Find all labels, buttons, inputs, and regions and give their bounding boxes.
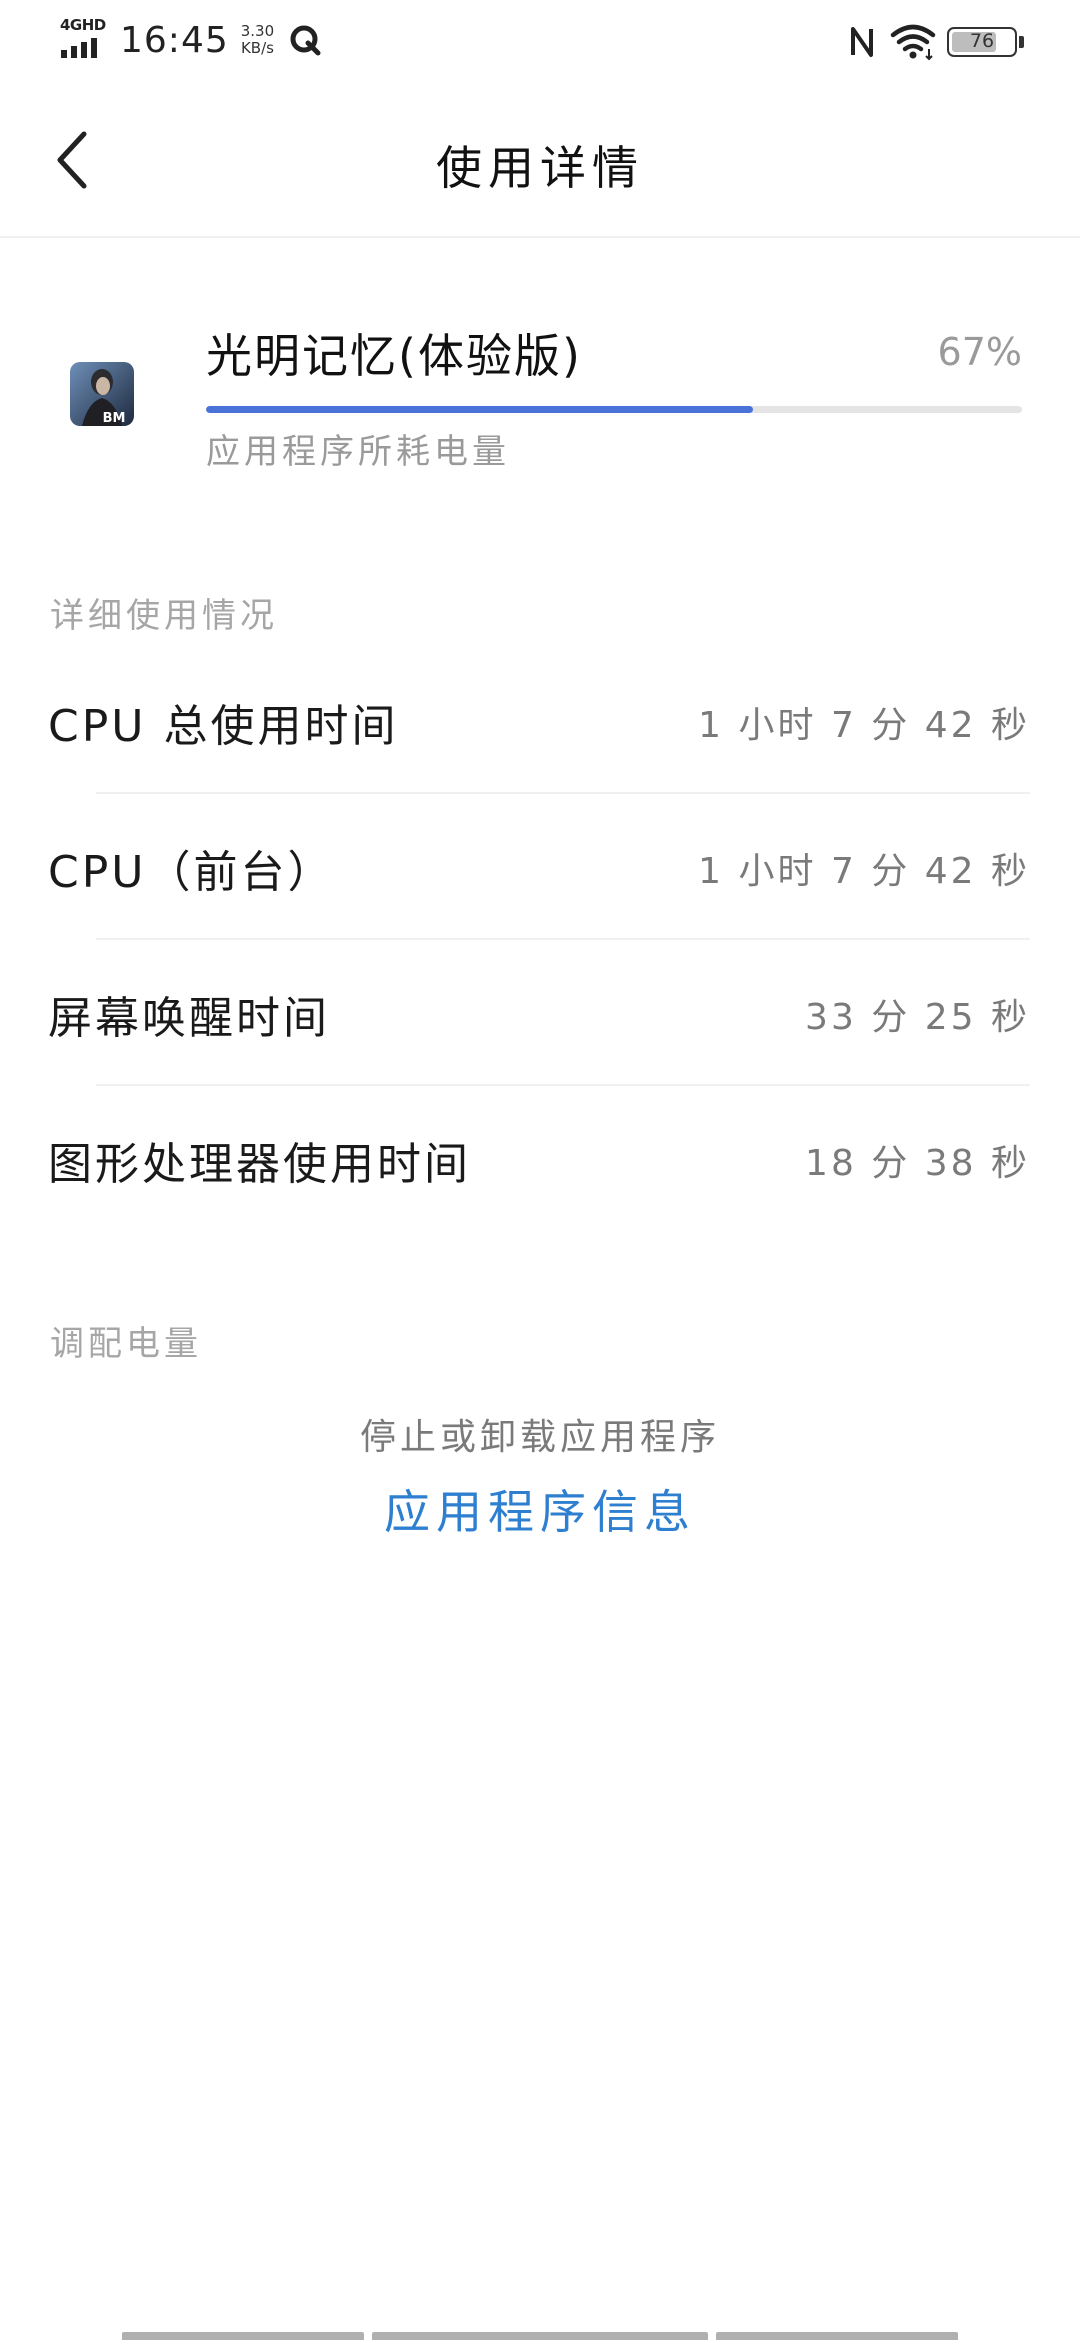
nfc-icon [851,27,873,57]
detail-row-screen-on: 屏幕唤醒时间 33 分 25 秒 [0,940,1080,1086]
status-time: 16:45 [120,19,229,61]
usage-progress-fill [206,406,753,413]
status-right: 76 [849,20,1024,64]
adjust-section-title: 调配电量 [50,1324,202,1364]
network-speed: 3.30 KB/s [241,23,274,57]
navigation-bar [0,2332,1080,2340]
wifi-icon [890,24,936,61]
status-bar: 4GHD 16:45 3.30 KB/s 76 [0,0,1080,80]
battery-percent: 76 [969,30,995,52]
app-icon: BM [70,362,134,426]
network-speed-value: 3.30 [240,22,275,40]
nav-bar-center[interactable] [372,2332,708,2340]
details-section-title: 详细使用情况 [50,596,278,636]
detail-list: CPU 总使用时间 1 小时 7 分 42 秒 CPU（前台） 1 小时 7 分… [0,648,1080,1232]
app-icon-label: BM [103,411,126,426]
detail-value: 1 小时 7 分 42 秒 [698,851,1030,892]
detail-row-cpu-foreground: CPU（前台） 1 小时 7 分 42 秒 [0,794,1080,940]
detail-value: 18 分 38 秒 [805,1143,1030,1184]
app-usage-percent: 67% [937,330,1022,374]
nav-bar-right[interactable] [716,2332,958,2340]
detail-value: 33 分 25 秒 [805,997,1030,1038]
detail-label: 图形处理器使用时间 [48,1139,471,1190]
nav-bar-left[interactable] [122,2332,364,2340]
page-title: 使用详情 [436,141,644,195]
detail-value: 1 小时 7 分 42 秒 [698,705,1030,746]
app-usage-subtitle: 应用程序所耗电量 [206,432,510,472]
notification-app-icon [290,25,321,56]
usage-progress-bar [206,406,1022,413]
status-left: 4GHD 16:45 3.30 KB/s [60,18,322,62]
detail-label: 屏幕唤醒时间 [48,993,330,1044]
app-info-link[interactable]: 应用程序信息 [0,1476,1080,1542]
network-type: 4GHD [60,16,106,34]
battery-icon: 76 [947,27,1017,57]
app-header: 使用详情 [0,80,1080,238]
battery-cap [1019,36,1024,48]
app-usage-summary: BM 光明记忆(体验版) 67% 应用程序所耗电量 [0,300,1080,480]
detail-row-gpu: 图形处理器使用时间 18 分 38 秒 [0,1086,1080,1232]
detail-label: CPU 总使用时间 [48,701,399,752]
stop-uninstall-text: 停止或卸载应用程序 [359,1417,720,1458]
app-name: 光明记忆(体验版) [206,329,582,383]
network-speed-unit: KB/s [240,39,274,57]
detail-row-cpu-total: CPU 总使用时间 1 小时 7 分 42 秒 [0,648,1080,794]
detail-label: CPU（前台） [48,847,335,898]
cellular-signal-icon: 4GHD [60,18,108,62]
